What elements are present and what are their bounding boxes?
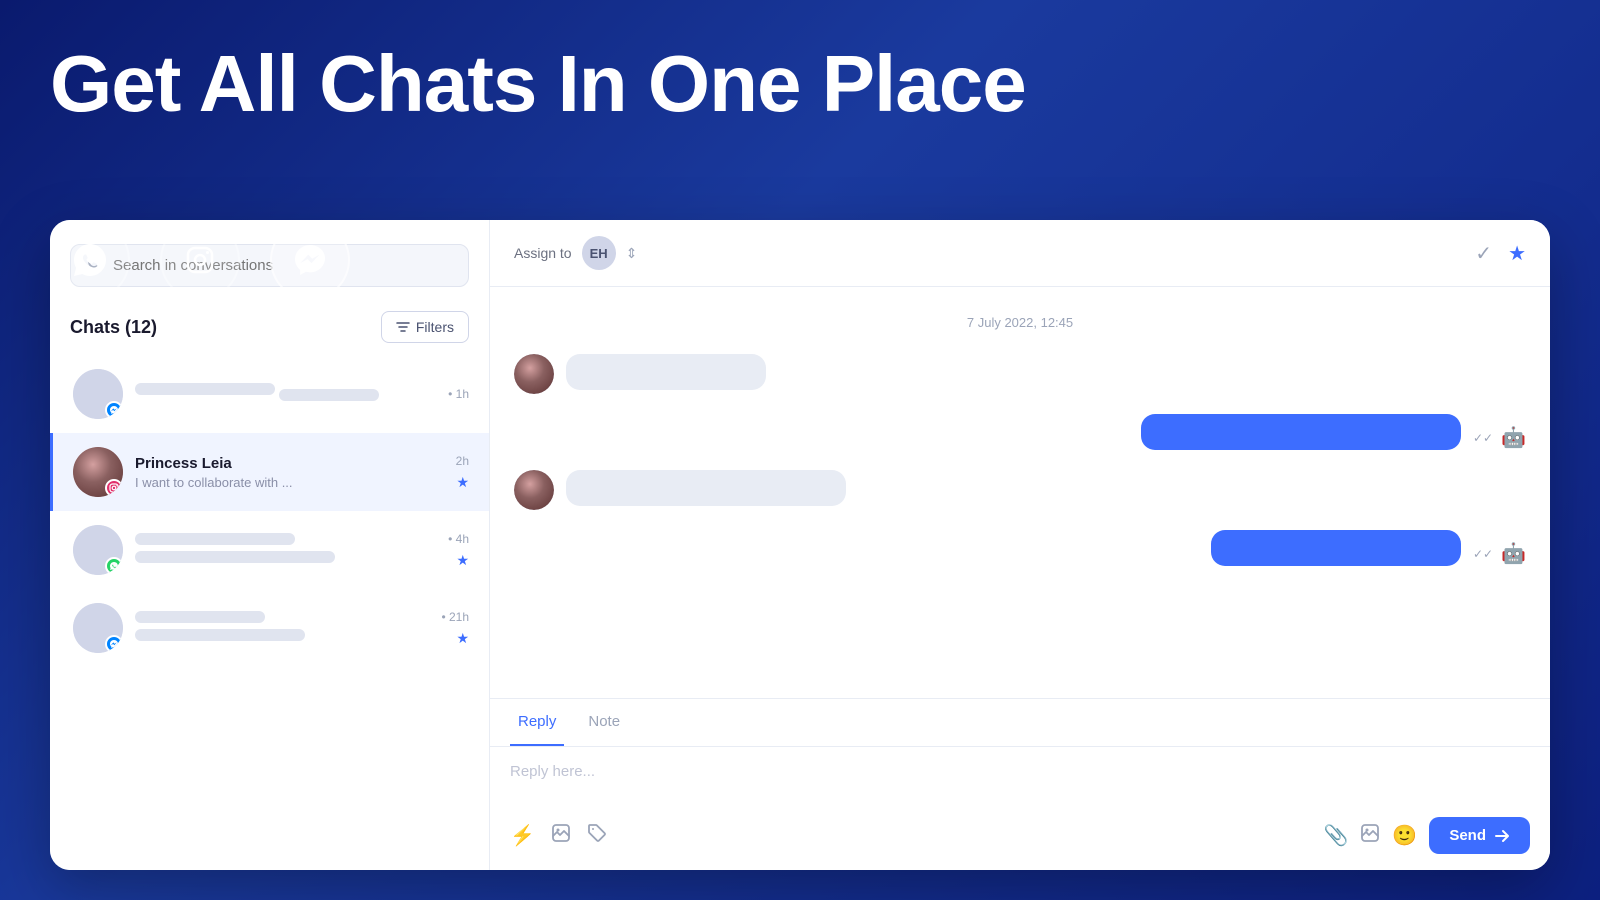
paperclip-icon[interactable]: 📎	[1324, 823, 1349, 848]
msg-bubble-received-2	[566, 470, 846, 506]
chat-time-2: 2h	[456, 454, 469, 468]
placeholder-name-4	[135, 611, 265, 623]
assignee-avatar[interactable]: EH	[582, 236, 616, 270]
double-check-icon-1: ✓✓	[1473, 431, 1493, 445]
msg-bubble-received-1	[566, 354, 766, 390]
platform-icons-row	[50, 220, 350, 300]
placeholder-preview-3	[135, 551, 335, 563]
tab-note[interactable]: Note	[580, 699, 628, 746]
platform-badge-messenger	[105, 401, 123, 419]
avatar-princess-leia	[73, 447, 123, 497]
chat-content-3	[135, 532, 440, 568]
right-panel: Assign to EH ⇕ ✓ ★ 7 July 2022, 12:45	[490, 220, 1550, 870]
star-icon-3: ★	[456, 552, 469, 569]
messages-area: 7 July 2022, 12:45 ✓✓ 🤖	[490, 287, 1550, 698]
photo-icon[interactable]	[1360, 823, 1380, 849]
contact-name: Princess Leia	[135, 455, 448, 472]
chat-time-4: • 21h	[441, 610, 469, 624]
hero-title: Get All Chats In One Place	[50, 40, 1026, 128]
msg-avatar-received-2	[514, 470, 554, 510]
msg-sent-actions-1: ✓✓ 🤖	[1473, 425, 1526, 450]
main-ui-card: Chats (12) Filters	[50, 220, 1550, 870]
toolbar-left: ⚡	[510, 823, 607, 849]
chats-header: Chats (12) Filters	[50, 303, 489, 355]
placeholder-preview	[279, 389, 379, 401]
chat-content	[135, 383, 440, 406]
assign-label: Assign to	[514, 245, 572, 261]
avatar-3	[73, 525, 123, 575]
reply-toolbar: ⚡	[490, 807, 1550, 870]
filters-label: Filters	[416, 319, 454, 335]
image-icon[interactable]	[551, 823, 571, 849]
msg-bubble-sent-2	[1211, 530, 1461, 566]
tag-icon[interactable]	[587, 823, 607, 849]
emoji-icon[interactable]: 🙂	[1392, 823, 1417, 848]
chat-content-4	[135, 610, 433, 646]
chat-list: • 1h Princess Leia	[50, 355, 489, 870]
message-row-received-2	[514, 470, 1526, 510]
placeholder-name	[135, 383, 275, 395]
reply-input-placeholder: Reply here...	[490, 747, 1550, 807]
platform-badge-whatsapp	[105, 557, 123, 575]
chat-header: Assign to EH ⇕ ✓ ★	[490, 220, 1550, 287]
chat-preview: I want to collaborate with ...	[135, 475, 448, 490]
double-check-icon-2: ✓✓	[1473, 547, 1493, 561]
msg-bubble-sent-1	[1141, 414, 1461, 450]
tab-reply[interactable]: Reply	[510, 699, 564, 746]
messenger-icon[interactable]	[270, 220, 350, 300]
chevron-updown-icon[interactable]: ⇕	[626, 245, 638, 262]
send-label: Send	[1449, 827, 1486, 844]
chats-count-label: Chats (12)	[70, 317, 157, 338]
chat-content-princess: Princess Leia I want to collaborate with…	[135, 455, 448, 490]
avatar-4	[73, 603, 123, 653]
header-actions: ✓ ★	[1475, 241, 1526, 266]
star-icon-4: ★	[456, 630, 469, 647]
chat-item-4[interactable]: • 21h ★	[50, 589, 489, 667]
star-icon: ★	[456, 474, 469, 491]
assign-section: Assign to EH ⇕	[514, 236, 637, 270]
date-divider: 7 July 2022, 12:45	[514, 315, 1526, 330]
platform-badge-messenger-4	[105, 635, 123, 653]
toolbar-right: 📎 🙂 Send	[1324, 817, 1531, 854]
chat-meta-active: 2h ★	[456, 454, 469, 491]
msg-avatar-received-1	[514, 354, 554, 394]
chat-time-3: • 4h	[448, 532, 469, 546]
placeholder-name-3	[135, 533, 295, 545]
chat-item-3[interactable]: • 4h ★	[50, 511, 489, 589]
message-row-received-1	[514, 354, 1526, 394]
whatsapp-icon[interactable]	[50, 220, 130, 300]
bot-icon-2: 🤖	[1501, 541, 1526, 566]
chat-time: • 1h	[448, 387, 469, 401]
msg-sent-actions-2: ✓✓ 🤖	[1473, 541, 1526, 566]
avatar	[73, 369, 123, 419]
lightning-icon[interactable]: ⚡	[510, 823, 535, 848]
filters-button[interactable]: Filters	[381, 311, 469, 343]
message-row-sent-1: ✓✓ 🤖	[514, 414, 1526, 450]
chat-meta-4: • 21h ★	[441, 610, 469, 647]
check-icon[interactable]: ✓	[1475, 241, 1492, 266]
chat-meta-3: • 4h ★	[448, 532, 469, 569]
bot-icon-1: 🤖	[1501, 425, 1526, 450]
chat-meta: • 1h	[448, 387, 469, 401]
instagram-icon[interactable]	[160, 220, 240, 300]
message-row-sent-2: ✓✓ 🤖	[514, 530, 1526, 566]
chat-item[interactable]: • 1h	[50, 355, 489, 433]
send-button[interactable]: Send	[1429, 817, 1530, 854]
chat-item-princess-leia[interactable]: Princess Leia I want to collaborate with…	[50, 433, 489, 511]
star-filled-icon[interactable]: ★	[1508, 241, 1526, 266]
reply-area: Reply Note Reply here... ⚡	[490, 698, 1550, 870]
placeholder-preview-4	[135, 629, 305, 641]
reply-tabs: Reply Note	[490, 699, 1550, 747]
platform-badge-instagram	[105, 479, 123, 497]
left-panel: Chats (12) Filters	[50, 220, 490, 870]
